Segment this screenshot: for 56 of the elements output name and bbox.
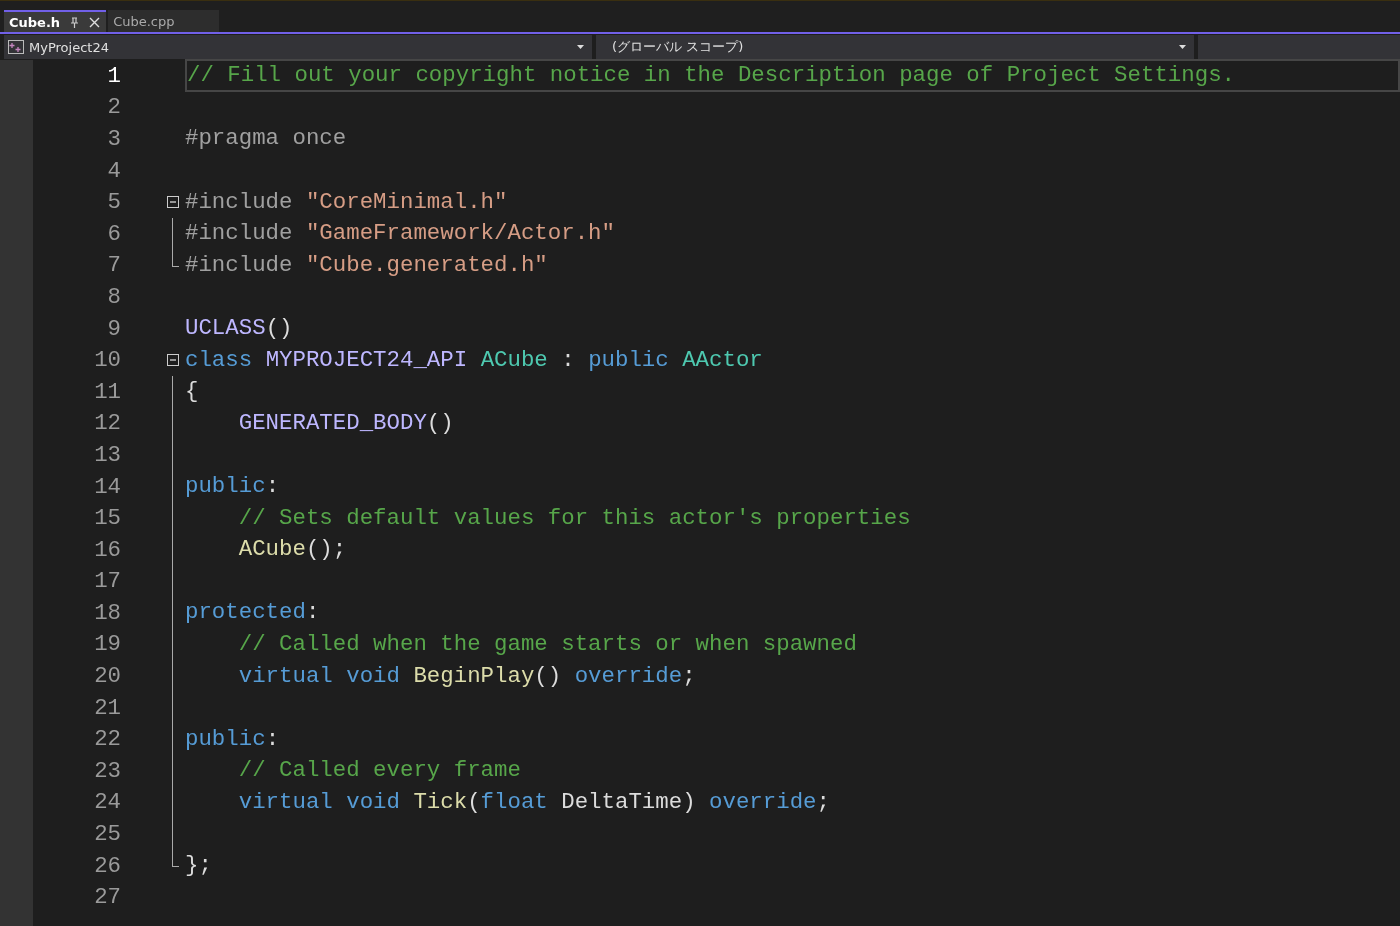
code-line: }; bbox=[185, 851, 212, 881]
line-number: 10 bbox=[93, 347, 121, 374]
collapse-icon[interactable] bbox=[167, 354, 179, 367]
scope-dropdown[interactable]: (グローバル スコープ) bbox=[596, 35, 1194, 59]
line-number: 8 bbox=[106, 283, 121, 310]
line-number: 16 bbox=[93, 536, 121, 563]
line-number: 24 bbox=[93, 789, 121, 816]
line-number: 4 bbox=[106, 157, 121, 184]
code-line: virtual void BeginPlay() override; bbox=[237, 661, 696, 691]
code-line: { bbox=[185, 377, 199, 407]
line-number: 23 bbox=[93, 757, 121, 784]
code-line: #include "GameFramework/Actor.h" bbox=[185, 219, 615, 249]
code-line: // Called when the game starts or when spawned bbox=[237, 630, 857, 659]
line-number: 25 bbox=[93, 821, 121, 848]
line-number: 3 bbox=[106, 126, 121, 152]
close-icon[interactable] bbox=[89, 16, 101, 28]
line-number: 13 bbox=[93, 441, 121, 468]
line-number: 11 bbox=[93, 378, 121, 405]
code-line: #pragma once bbox=[185, 124, 347, 154]
line-number: 20 bbox=[93, 663, 121, 690]
code-line: virtual void Tick(float DeltaTime) override; bbox=[237, 787, 830, 817]
line-number: 21 bbox=[93, 694, 121, 721]
line-number: 5 bbox=[106, 189, 121, 216]
code-line: public: bbox=[185, 472, 280, 501]
caret-icon bbox=[1179, 45, 1186, 49]
line-number: 2 bbox=[106, 94, 121, 121]
code-line: // Called every frame bbox=[237, 756, 521, 786]
code-line: protected: bbox=[185, 598, 320, 628]
code-line: UCLASS() bbox=[185, 314, 293, 344]
code-line: // Sets default values for this actor's properties bbox=[237, 503, 911, 533]
line-number: 19 bbox=[93, 631, 121, 658]
pin-icon[interactable] bbox=[70, 16, 80, 28]
line-number: 17 bbox=[93, 568, 121, 595]
line-number: 1 bbox=[106, 62, 121, 89]
line-number: 15 bbox=[93, 505, 121, 532]
project-icon bbox=[8, 40, 24, 54]
line-number: 26 bbox=[93, 852, 121, 879]
line-number: 18 bbox=[93, 599, 121, 626]
line-number: 27 bbox=[93, 884, 121, 911]
line-number: 22 bbox=[93, 726, 121, 753]
code-line: #include "Cube.generated.h" bbox=[185, 250, 548, 280]
code-line: public: bbox=[185, 724, 280, 754]
code-line: class MYPROJECT24_API ACube : public AActor bbox=[185, 345, 763, 375]
project-dropdown[interactable]: MyProject24 bbox=[4, 35, 592, 59]
line-number: 9 bbox=[106, 315, 121, 342]
line-number: 6 bbox=[106, 220, 121, 247]
collapse-icon[interactable] bbox=[167, 196, 179, 209]
file-tab[interactable]: Cube.cpp bbox=[108, 10, 220, 32]
line-number: 7 bbox=[106, 252, 121, 279]
code-line: #include "CoreMinimal.h" bbox=[185, 187, 508, 217]
line-number: 12 bbox=[93, 410, 121, 437]
code-line: ACube(); bbox=[237, 535, 347, 565]
file-tab[interactable]: Cube.h bbox=[4, 10, 107, 32]
line-number: 14 bbox=[93, 473, 121, 500]
caret-icon bbox=[577, 45, 584, 49]
code-line: GENERATED_BODY() bbox=[237, 408, 454, 438]
